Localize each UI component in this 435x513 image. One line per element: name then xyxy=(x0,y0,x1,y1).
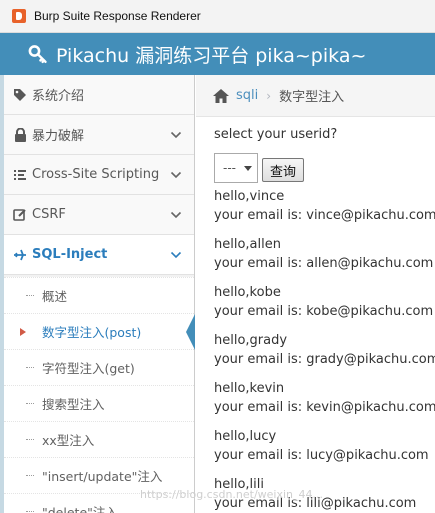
chevron-down-icon xyxy=(170,171,182,179)
result-item: hello,lucy your email is: lucy@pikachu.c… xyxy=(214,429,429,463)
sidebar-item-intro[interactable]: 系统介绍 xyxy=(4,75,194,115)
tag-icon xyxy=(12,87,28,103)
dropdown-arrow-icon xyxy=(244,166,252,171)
userid-select[interactable]: --- xyxy=(214,153,258,183)
key-icon xyxy=(28,45,47,64)
lock-icon xyxy=(12,127,28,143)
result-item: hello,allen your email is: allen@pikachu… xyxy=(214,237,434,271)
chevron-down-icon xyxy=(170,211,182,219)
brand-title[interactable]: Pikachu 漏洞练习平台 pika~pika~ xyxy=(56,41,366,68)
caret-right-icon xyxy=(20,328,26,336)
sidebar-item-xss[interactable]: Cross-Site Scripting xyxy=(4,155,194,195)
result-item: hello,kevin your email is: kevin@pikachu… xyxy=(214,381,435,415)
submenu-item-search[interactable]: 搜索型注入 xyxy=(4,385,194,421)
breadcrumb-current: 数字型注入 xyxy=(279,90,345,105)
edit-icon xyxy=(12,207,28,223)
sqli-submenu: 概述 数字型注入(post) 字符型注入(get) 搜索型注入 xx型注入 "i… xyxy=(4,277,195,513)
sidebar-item-csrf[interactable]: CSRF xyxy=(4,195,194,235)
breadcrumb-link-sqli[interactable]: sqli xyxy=(236,88,258,103)
sidebar-item-label: 系统介绍 xyxy=(32,89,85,104)
chevron-down-icon xyxy=(170,131,182,139)
sidebar-item-label: CSRF xyxy=(32,207,66,222)
submenu-item-xx[interactable]: xx型注入 xyxy=(4,421,194,457)
sidebar-item-sqli[interactable]: SQL-Inject xyxy=(4,235,194,275)
list-icon xyxy=(12,167,28,183)
result-item: hello,grady your email is: grady@pikachu… xyxy=(214,333,435,367)
window-title-bar: Burp Suite Response Renderer xyxy=(0,0,435,33)
userid-select-value: --- xyxy=(223,161,236,175)
home-icon[interactable] xyxy=(212,88,230,104)
query-button[interactable]: 查询 xyxy=(262,158,304,182)
sidebar-item-label: 暴力破解 xyxy=(32,129,85,144)
submenu-item-overview[interactable]: 概述 xyxy=(4,277,194,313)
result-item: hello,vince your email is: vince@pikachu… xyxy=(214,189,435,223)
breadcrumb-separator-icon: › xyxy=(266,88,272,103)
result-item: hello,kobe your email is: kobe@pikachu.c… xyxy=(214,285,434,319)
breadcrumb: sqli › 数字型注入 xyxy=(196,75,435,117)
sidebar-item-label: Cross-Site Scripting xyxy=(32,167,160,182)
submenu-item-string-get[interactable]: 字符型注入(get) xyxy=(4,349,194,385)
plane-icon xyxy=(12,247,28,263)
burp-app-icon xyxy=(12,9,26,23)
watermark: https://blog.csdn.net/weixin_44... xyxy=(140,488,324,501)
app-header: Pikachu 漏洞练习平台 pika~pika~ xyxy=(0,33,435,75)
sidebar-item-label: SQL-Inject xyxy=(32,247,108,262)
userid-prompt: select your userid? xyxy=(214,127,338,142)
window-title: Burp Suite Response Renderer xyxy=(34,9,201,23)
sidebar-item-bruteforce[interactable]: 暴力破解 xyxy=(4,115,194,155)
chevron-down-icon xyxy=(170,251,182,259)
submenu-item-numeric-post[interactable]: 数字型注入(post) xyxy=(4,313,195,350)
